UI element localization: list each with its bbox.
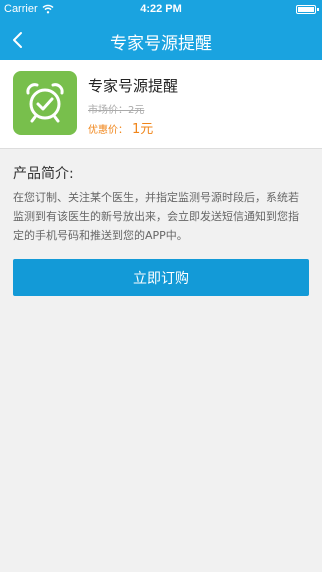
alarm-clock-check-icon — [13, 71, 77, 135]
product-card: 专家号源提醒 市场价：2元 优惠价： 1元 — [0, 60, 322, 149]
nav-bar: 专家号源提醒 — [0, 20, 322, 60]
intro-title: 产品简介: — [13, 166, 74, 182]
page-title: 专家号源提醒 — [110, 34, 212, 54]
sale-price-value: 1元 — [132, 122, 154, 137]
product-name: 专家号源提醒 — [88, 77, 179, 95]
intro-text: 在您订制、关注某个医生，并指定监测号源时段后，系统若监测到有该医生的新号放出来，… — [13, 191, 299, 242]
status-time: 4:22 PM — [140, 3, 182, 15]
sale-price-row: 优惠价： 1元 — [88, 118, 153, 137]
sale-price-label: 优惠价： — [88, 125, 128, 136]
market-price: 市场价：2元 — [88, 105, 145, 116]
battery-icon — [296, 5, 316, 14]
buy-now-button[interactable]: 立即订购 — [13, 259, 309, 296]
status-bar: Carrier 4:22 PM — [0, 0, 322, 20]
battery-tip — [317, 8, 319, 11]
